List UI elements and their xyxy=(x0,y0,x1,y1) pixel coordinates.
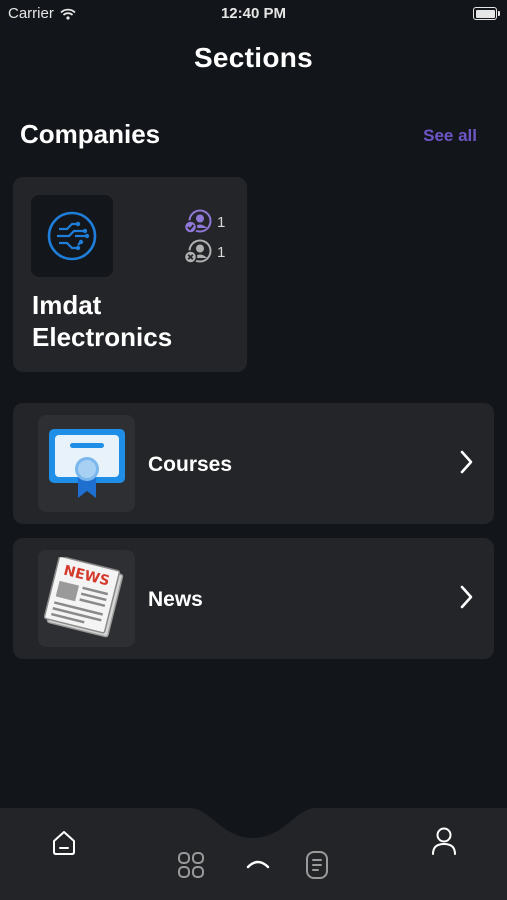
center-action-icon xyxy=(246,860,270,869)
document-icon xyxy=(306,851,328,879)
companies-section-title: Companies xyxy=(20,119,161,149)
user-approved-icon xyxy=(183,209,212,234)
company-card[interactable]: 1 1 Imdat Electronics xyxy=(13,177,247,372)
rejected-members-stat: 1 xyxy=(183,239,225,265)
profile-icon xyxy=(432,827,456,855)
tab-center-action[interactable] xyxy=(238,852,278,876)
courses-thumbnail xyxy=(38,415,135,512)
user-rejected-icon xyxy=(183,239,212,264)
see-all-link[interactable]: See all xyxy=(423,126,477,146)
courses-row[interactable]: Courses xyxy=(13,403,494,524)
company-name: Imdat Electronics xyxy=(32,290,173,352)
chevron-right-icon xyxy=(460,450,473,474)
tab-grid[interactable] xyxy=(172,846,210,884)
news-thumbnail: NEWS xyxy=(38,550,135,647)
chevron-right-icon xyxy=(460,585,473,609)
certificate-icon xyxy=(48,428,125,498)
news-label: News xyxy=(148,588,203,611)
approved-count: 1 xyxy=(217,213,226,231)
status-time: 12:40 PM xyxy=(220,5,287,22)
status-bar: Carrier 12:40 PM xyxy=(0,0,507,28)
grid-icon xyxy=(178,852,204,878)
rejected-count: 1 xyxy=(217,243,226,261)
courses-label: Courses xyxy=(148,453,233,476)
battery-icon xyxy=(473,7,500,20)
news-row[interactable]: NEWS News xyxy=(13,538,494,659)
tab-profile[interactable] xyxy=(425,822,463,860)
approved-members-stat: 1 xyxy=(183,209,225,235)
home-icon xyxy=(53,831,75,855)
circuit-logo-icon xyxy=(47,211,97,261)
company-logo xyxy=(31,195,113,277)
bottom-tab-bar xyxy=(0,808,507,900)
page-title: Sections xyxy=(193,42,314,73)
tab-home[interactable] xyxy=(45,824,83,862)
tab-documents[interactable] xyxy=(298,846,336,884)
newspaper-icon: NEWS xyxy=(43,556,123,637)
